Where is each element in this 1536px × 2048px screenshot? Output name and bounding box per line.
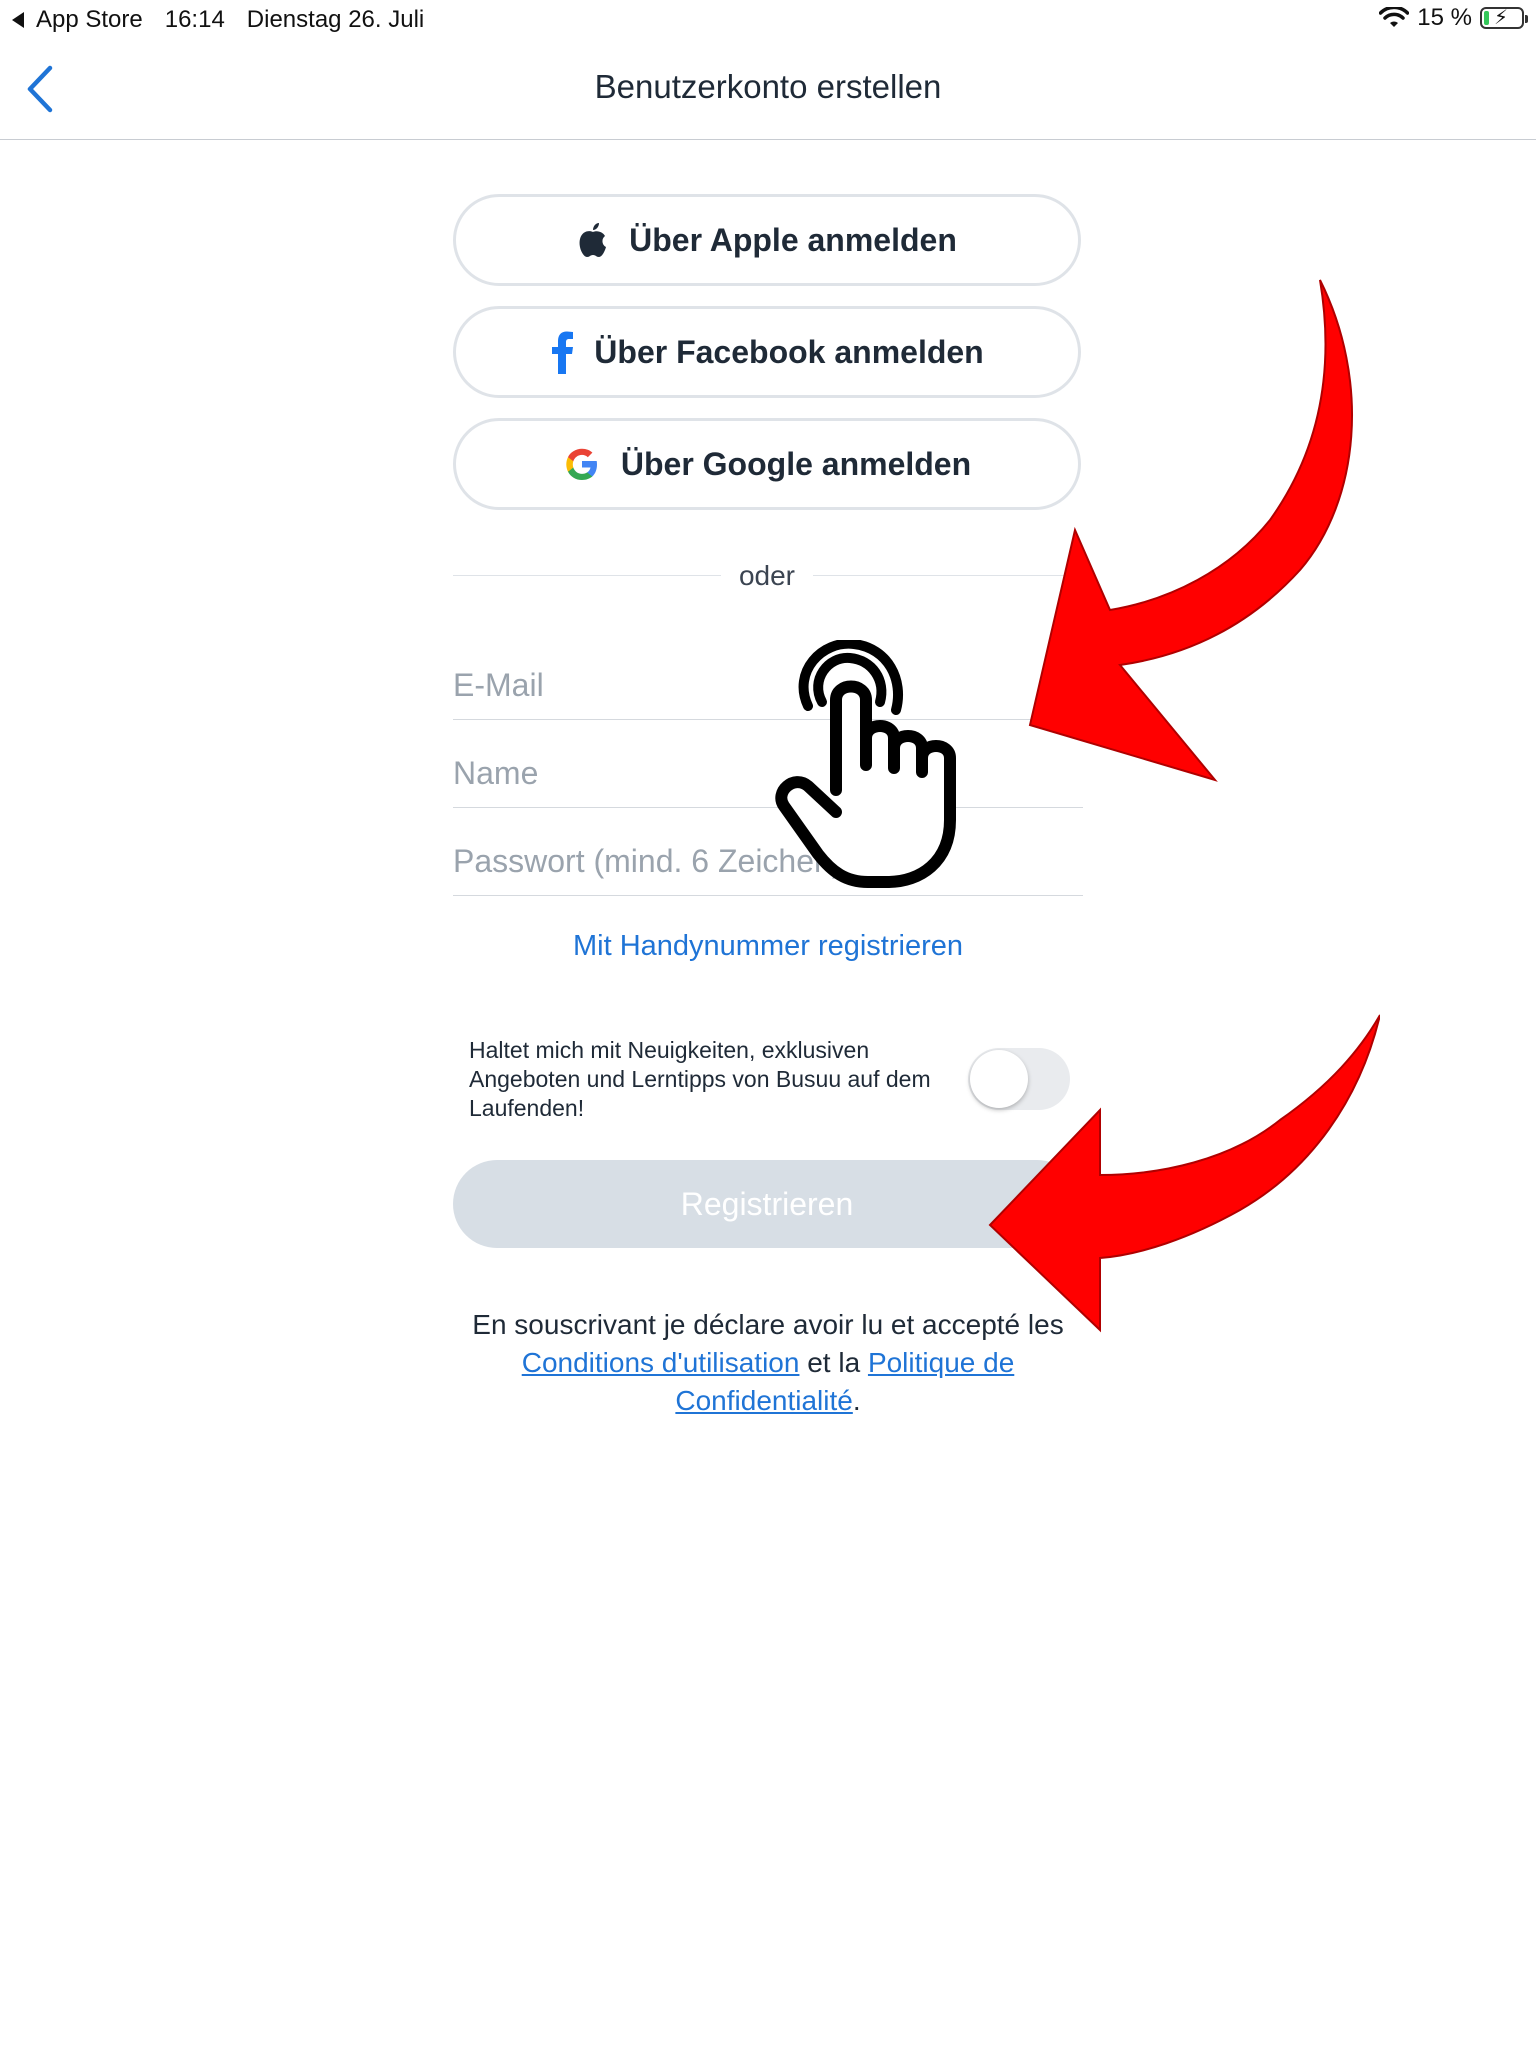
google-signin-button[interactable]: Über Google anmelden <box>453 418 1081 510</box>
terms-part1: En souscrivant je déclare avoir lu et ac… <box>472 1309 1064 1340</box>
email-field[interactable] <box>453 634 1083 720</box>
back-app-label[interactable]: App Store <box>36 6 143 34</box>
wifi-icon <box>1379 7 1410 27</box>
newsletter-toggle[interactable] <box>968 1048 1070 1110</box>
or-divider: oder <box>453 556 1081 596</box>
status-right: 15 % ⚡ <box>1379 4 1528 32</box>
terms-of-use-link[interactable]: Conditions d'utilisation <box>522 1347 800 1378</box>
name-field[interactable] <box>453 722 1083 808</box>
toggle-knob <box>970 1050 1028 1108</box>
apple-signin-button[interactable]: Über Apple anmelden <box>453 194 1081 286</box>
status-time: 16:14 <box>164 6 225 33</box>
status-date: Dienstag 26. Juli <box>246 6 425 33</box>
apple-icon <box>577 221 609 259</box>
back-to-app-icon[interactable] <box>12 12 24 28</box>
divider-line-right <box>813 575 1081 576</box>
facebook-signin-button[interactable]: Über Facebook anmelden <box>453 306 1081 398</box>
battery-icon: ⚡ <box>1480 7 1528 29</box>
divider-text: oder <box>738 560 796 591</box>
password-field[interactable] <box>453 810 1083 896</box>
terms-part3: . <box>852 1385 861 1416</box>
google-icon <box>563 445 601 483</box>
register-with-phone-link[interactable]: Mit Handynummer registrieren <box>453 930 1083 963</box>
charging-icon: ⚡ <box>1494 7 1509 29</box>
terms-part2: et la <box>799 1347 868 1378</box>
facebook-signin-label: Über Facebook anmelden <box>594 333 984 370</box>
status-left: App Store 16:14 Dienstag 26. Juli <box>12 6 446 34</box>
battery-fill <box>1484 11 1490 25</box>
page-title: Benutzerkonto erstellen <box>594 68 942 105</box>
terms-text: En souscrivant je déclare avoir lu et ac… <box>453 1306 1083 1420</box>
google-signin-label: Über Google anmelden <box>620 445 972 482</box>
status-bar: App Store 16:14 Dienstag 26. Juli 15 % ⚡ <box>0 0 1536 40</box>
apple-signin-label: Über Apple anmelden <box>629 221 957 258</box>
battery-percent: 15 % <box>1417 4 1472 31</box>
facebook-icon <box>550 330 574 374</box>
register-button[interactable]: Registrieren <box>453 1160 1081 1248</box>
newsletter-text: Haltet mich mit Neuigkeiten, exklusiven … <box>469 1037 931 1121</box>
navigation-bar: Benutzerkonto erstellen <box>0 40 1536 140</box>
